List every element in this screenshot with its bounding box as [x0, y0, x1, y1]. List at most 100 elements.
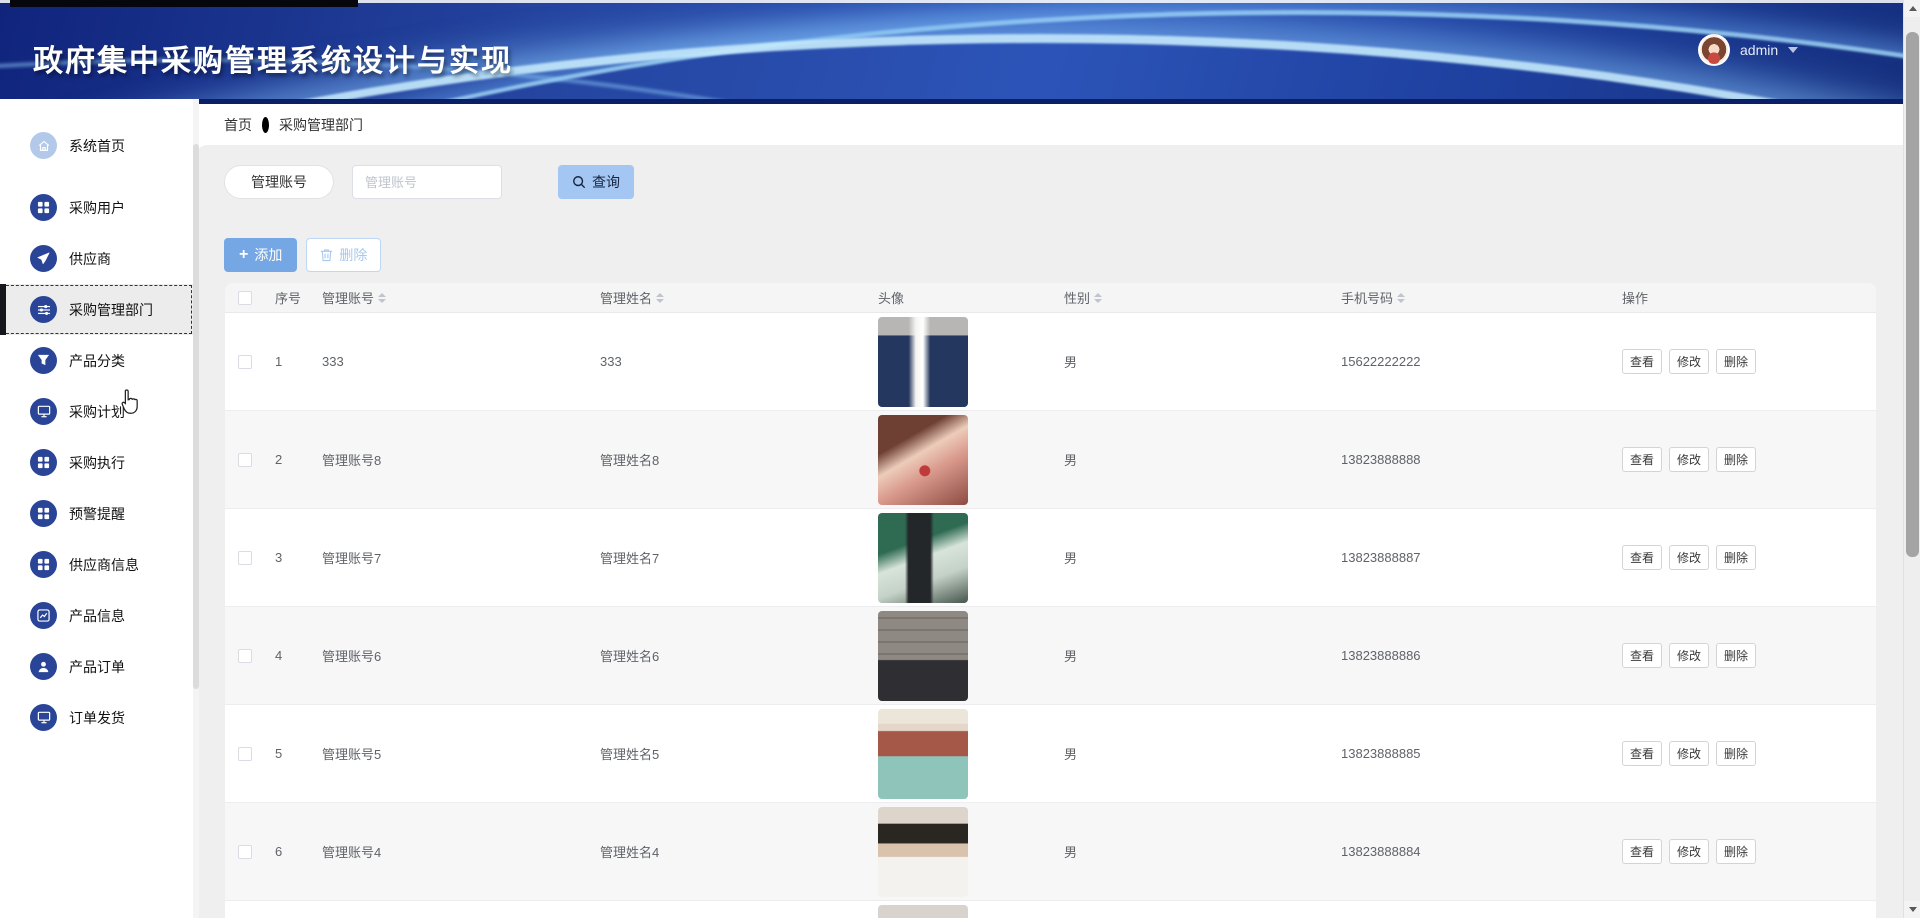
sidebar-item-10[interactable]: 产品信息 — [0, 590, 193, 641]
delete-row-button[interactable]: 删除 — [1716, 741, 1757, 766]
caret-down-icon — [1788, 47, 1799, 53]
page-scrollbar-thumb[interactable] — [1906, 32, 1919, 557]
user-avatar[interactable] — [1698, 34, 1730, 66]
add-button[interactable]: + 添加 — [224, 238, 298, 272]
edit-button[interactable]: 修改 — [1669, 741, 1710, 766]
user-menu[interactable]: admin — [1698, 34, 1799, 66]
row-avatar-photo — [878, 316, 968, 407]
sidebar-item-1[interactable]: 系统首页 — [0, 120, 193, 171]
user-icon — [30, 653, 57, 680]
column-header-4: 头像 — [878, 288, 1064, 307]
view-button[interactable]: 查看 — [1622, 545, 1663, 570]
select-all-checkbox[interactable] — [238, 290, 252, 305]
cell-name: 管理姓名5 — [600, 747, 660, 762]
delete-row-button[interactable]: 删除 — [1716, 839, 1757, 864]
sidebar-item-9[interactable]: 供应商信息 — [0, 539, 193, 590]
sidebar-item-6[interactable]: 采购计划 — [0, 386, 193, 437]
delete-row-button[interactable]: 删除 — [1716, 349, 1757, 374]
column-header-6[interactable]: 手机号码 — [1341, 288, 1622, 307]
arrow-down-icon — [1908, 907, 1917, 912]
breadcrumb-home[interactable]: 首页 — [224, 115, 252, 135]
query-button[interactable]: 查询 — [558, 165, 634, 199]
sort-carets-icon[interactable] — [378, 292, 387, 303]
search-form: 管理账号 查询 — [224, 165, 634, 199]
chart-icon — [30, 602, 57, 629]
arrow-up-icon — [1908, 6, 1917, 11]
cell-account: 管理账号6 — [322, 649, 382, 664]
edit-button[interactable]: 修改 — [1669, 545, 1710, 570]
sidebar: 系统首页采购用户 供应商 采购管理部门 产品分类 采购计划采购执行预警提醒供应商信息产品… — [0, 99, 193, 918]
sort-carets-icon[interactable] — [1397, 292, 1406, 303]
column-header-label: 操作 — [1622, 291, 1649, 306]
column-header-3[interactable]: 管理姓名 — [600, 288, 878, 307]
column-header-label: 头像 — [878, 291, 905, 306]
search-input[interactable] — [352, 165, 502, 199]
grid-icon — [30, 194, 57, 221]
sidebar-item-11[interactable]: 产品订单 — [0, 641, 193, 692]
row-checkbox[interactable] — [238, 452, 252, 467]
delete-row-button[interactable]: 删除 — [1716, 643, 1757, 668]
sort-carets-icon[interactable] — [656, 292, 665, 303]
sidebar-item-8[interactable]: 预警提醒 — [0, 488, 193, 539]
view-button[interactable]: 查看 — [1622, 741, 1663, 766]
page-scrollbar[interactable] — [1903, 0, 1920, 918]
cell-phone: 13823888886 — [1341, 648, 1421, 663]
delete-button[interactable]: 删除 — [306, 238, 382, 272]
edit-button[interactable]: 修改 — [1669, 643, 1710, 668]
sidebar-item-4[interactable]: 采购管理部门 — [0, 284, 193, 335]
view-button[interactable]: 查看 — [1622, 643, 1663, 668]
monitor-icon — [30, 398, 57, 425]
table-body: 1 333 333 男 15622222222 查看 修改 删除 2 管理账号8 管理姓名8 男 138… — [225, 313, 1876, 918]
row-avatar-photo — [878, 806, 968, 897]
column-header-5[interactable]: 性别 — [1064, 288, 1341, 307]
view-button[interactable]: 查看 — [1622, 349, 1663, 374]
edit-button[interactable]: 修改 — [1669, 349, 1710, 374]
row-checkbox[interactable] — [238, 354, 252, 369]
edit-button[interactable]: 修改 — [1669, 839, 1710, 864]
breadcrumb-current: 采购管理部门 — [279, 116, 363, 133]
row-checkbox[interactable] — [238, 550, 252, 565]
table-row: 5 管理账号5 管理姓名5 男 13823888885 查看 修改 删除 — [225, 705, 1876, 803]
cell-name: 管理姓名4 — [600, 845, 660, 860]
row-avatar-photo — [878, 708, 968, 799]
data-table: 序号 管理账号 管理姓名 头像 性别 手机号码 操作 1 333 333 男 15622222222… — [225, 283, 1876, 918]
row-checkbox[interactable] — [238, 746, 252, 761]
sliders-icon — [30, 296, 57, 323]
selected-item-marker — [0, 284, 6, 335]
view-button[interactable]: 查看 — [1622, 447, 1663, 472]
sidebar-item-label: 供应商信息 — [69, 556, 139, 573]
table-row: 1 333 333 男 15622222222 查看 修改 删除 — [225, 313, 1876, 411]
column-header-label: 性别 — [1064, 291, 1091, 306]
column-header-label: 手机号码 — [1341, 291, 1394, 306]
row-checkbox[interactable] — [238, 844, 252, 859]
scrollbar-up-button[interactable] — [1904, 0, 1920, 17]
sidebar-scrollbar-thumb[interactable] — [193, 144, 199, 689]
view-button[interactable]: 查看 — [1622, 839, 1663, 864]
delete-row-button[interactable]: 删除 — [1716, 545, 1757, 570]
app-title: 政府集中采购管理系统设计与实现 — [33, 45, 513, 78]
sidebar-scrollbar[interactable] — [193, 99, 199, 918]
table-row: 4 管理账号6 管理姓名6 男 13823888886 查看 修改 删除 — [225, 607, 1876, 705]
cell-actions: 查看 修改 删除 — [1622, 741, 1876, 766]
cell-index: 5 — [275, 746, 283, 761]
cell-phone: 13823888887 — [1341, 550, 1421, 565]
cell-actions: 查看 修改 删除 — [1622, 643, 1876, 668]
cell-actions: 查看 修改 删除 — [1622, 447, 1876, 472]
cell-gender: 男 — [1064, 355, 1078, 370]
cell-name: 管理姓名8 — [600, 453, 660, 468]
delete-row-button[interactable]: 删除 — [1716, 447, 1757, 472]
edit-button[interactable]: 修改 — [1669, 447, 1710, 472]
sidebar-item-label: 采购执行 — [69, 454, 125, 471]
cell-actions: 查看 修改 删除 — [1622, 545, 1876, 570]
sidebar-item-12[interactable]: 订单发货 — [0, 692, 193, 743]
sort-carets-icon[interactable] — [1094, 292, 1103, 303]
sidebar-item-3[interactable]: 供应商 — [0, 233, 193, 284]
scrollbar-down-button[interactable] — [1904, 901, 1920, 918]
cell-phone: 13823888888 — [1341, 452, 1421, 467]
sidebar-item-2[interactable]: 采购用户 — [0, 182, 193, 233]
sidebar-item-5[interactable]: 产品分类 — [0, 335, 193, 386]
cell-name: 管理姓名6 — [600, 649, 660, 664]
column-header-2[interactable]: 管理账号 — [322, 288, 600, 307]
sidebar-item-7[interactable]: 采购执行 — [0, 437, 193, 488]
row-checkbox[interactable] — [238, 648, 252, 663]
